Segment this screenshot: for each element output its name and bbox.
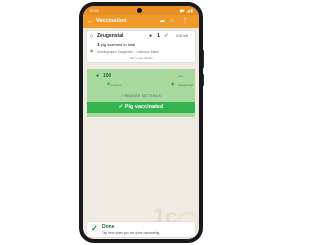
back-arrow-icon[interactable]: ← — [87, 15, 94, 28]
pig-vaccinated-label: Pig vaccinated — [124, 104, 164, 110]
scanned-summary: 1 pig scanned in total — [97, 42, 135, 48]
done-bar[interactable]: ✓ Done Tap here when you are done vaccin… — [87, 222, 195, 237]
check-icon: ✓ — [164, 32, 169, 39]
phone-screen: 10:30 ◼ ▼ ◢ ▮ ← Vaccination ☁ ⌂ ⋮ ⌂ Zeug… — [83, 6, 199, 239]
pig-count: 1 — [157, 32, 161, 39]
farm-card[interactable]: ⌂ Zeugenstal ● 1 ✓ 216 left 1 pig scanne… — [87, 31, 195, 62]
use-location: Zeugenstal — [178, 82, 193, 87]
batch-name: Unknown Batch — [136, 49, 159, 54]
batch-line: Arbeitsgruppe Saugferkel – Unknown Batch — [97, 50, 159, 54]
pig-vaccinated-button[interactable]: ✓ Pig vaccinated — [87, 102, 195, 113]
done-title: Done — [102, 224, 115, 230]
batch-separator: – — [133, 49, 136, 54]
cloud-check-icon[interactable]: ☁ — [159, 15, 165, 28]
status-time: 10:30 — [89, 8, 100, 13]
batch-icon: ▣ — [90, 49, 94, 53]
app-bar: ← Vaccination ☁ ⌂ ⋮ — [83, 15, 199, 28]
pig-icon: ● — [149, 33, 153, 39]
page-title: Vaccination — [96, 18, 127, 24]
lightbulb-icon: ✦ — [171, 73, 176, 79]
scan-panel: ● 100 ▤ 0 scans ✦ Use ▣ Zeugenstal > REA… — [87, 69, 195, 117]
house-icon: ⌂ — [90, 33, 94, 39]
scanned-count: 1 — [97, 43, 100, 48]
home-icon[interactable]: ⌂ — [170, 15, 174, 28]
location-icon: ▣ — [171, 82, 175, 86]
farm-name: Zeugenstal — [97, 33, 124, 39]
reader-settings-link[interactable]: > READER SETTINGS — [87, 94, 195, 98]
use-label: Use — [178, 74, 184, 78]
scan-counter-value: 100 — [103, 73, 112, 79]
done-check-icon: ✓ — [91, 224, 98, 233]
scan-counter-sub: 0 scans — [111, 82, 122, 87]
more-vert-icon[interactable]: ⋮ — [182, 15, 188, 28]
done-subtitle: Tap here when you are done vaccinating. — [102, 231, 161, 235]
batch-group: Arbeitsgruppe Saugferkel — [97, 49, 133, 54]
signal-icons: ▼ ◢ ▮ — [181, 8, 193, 13]
use-tile[interactable]: ✦ Use ▣ Zeugenstal — [149, 72, 193, 94]
scan-icon: ▤ — [107, 82, 111, 86]
remaining-count: 216 left — [176, 34, 188, 38]
tap-hint: Tap to see details — [129, 55, 153, 60]
scanned-text: pig scanned in total — [100, 42, 136, 47]
pig-icon: ● — [96, 73, 100, 79]
camera-cutout — [137, 8, 142, 13]
stage: 10:30 ◼ ▼ ◢ ▮ ← Vaccination ☁ ⌂ ⋮ ⌂ Zeug… — [0, 0, 281, 245]
scan-counter-tile: ● 100 ▤ 0 scans — [93, 72, 133, 94]
